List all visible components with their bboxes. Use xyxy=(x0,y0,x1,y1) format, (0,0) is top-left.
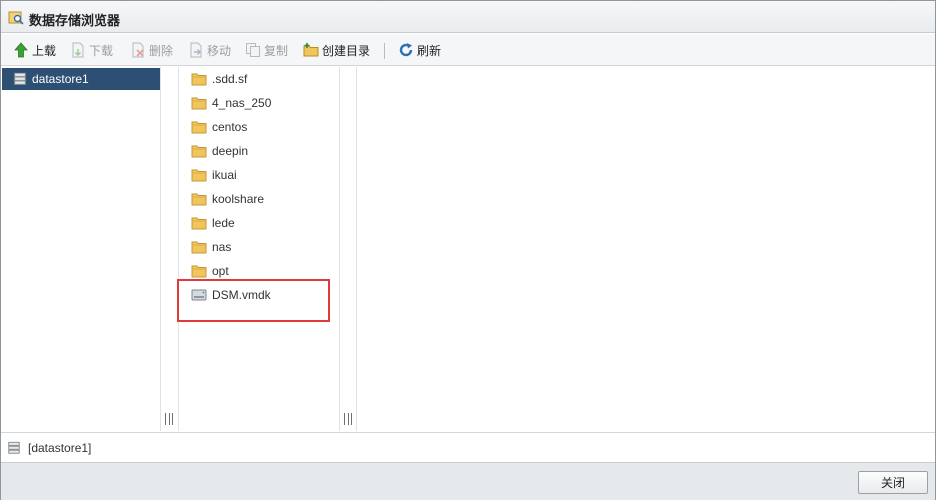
close-button[interactable]: 关闭 xyxy=(858,471,928,494)
datastore-browser-icon xyxy=(8,9,24,25)
tree-item-datastore1[interactable]: datastore1 xyxy=(2,68,160,90)
folder-icon xyxy=(191,192,207,206)
create-folder-button[interactable]: 创建目录 xyxy=(303,34,370,66)
delete-button[interactable]: 删除 xyxy=(130,34,173,66)
file-list[interactable]: .sdd.sf 4_nas_250 centos deepin ikuai ko… xyxy=(178,67,340,431)
title-bar[interactable]: 数据存储浏览器 xyxy=(1,1,935,33)
file-name: lede xyxy=(212,216,235,230)
details-pane xyxy=(356,67,935,431)
list-item[interactable]: ikuai xyxy=(191,165,237,185)
download-label: 下载 xyxy=(89,43,114,58)
list-item[interactable]: centos xyxy=(191,117,247,137)
list-item[interactable]: lede xyxy=(191,213,235,233)
list-item[interactable]: koolshare xyxy=(191,189,264,209)
folder-icon xyxy=(191,96,207,110)
column-splitter-2[interactable] xyxy=(340,67,356,431)
refresh-label: 刷新 xyxy=(417,43,442,58)
current-path: [datastore1] xyxy=(28,440,92,455)
delete-label: 删除 xyxy=(149,43,174,58)
copy-button[interactable]: 复制 xyxy=(245,34,288,66)
file-name: ikuai xyxy=(212,168,237,182)
create-folder-label: 创建目录 xyxy=(322,43,371,58)
folder-icon xyxy=(191,120,207,134)
file-name: DSM.vmdk xyxy=(212,288,271,302)
splitter-grip-icon xyxy=(344,413,352,425)
download-icon xyxy=(70,42,86,58)
datastore-icon xyxy=(7,441,21,455)
file-name: .sdd.sf xyxy=(212,72,248,86)
list-item[interactable]: deepin xyxy=(191,141,248,161)
folder-icon xyxy=(191,144,207,158)
tree-item-label: datastore1 xyxy=(32,72,89,86)
file-name: deepin xyxy=(212,144,249,158)
status-bar: [datastore1] xyxy=(1,432,935,462)
file-name: centos xyxy=(212,120,248,134)
upload-icon xyxy=(13,42,29,58)
upload-button[interactable]: 上载 xyxy=(13,34,56,66)
upload-label: 上载 xyxy=(32,43,57,58)
folder-icon xyxy=(191,168,207,182)
folder-icon xyxy=(191,264,207,278)
move-icon xyxy=(188,42,204,58)
datastore-browser-dialog: 数据存储浏览器 上载 下载 删除 移动 复制 创建目录 刷新 datastore… xyxy=(0,0,936,500)
file-name: koolshare xyxy=(212,192,265,206)
list-item[interactable]: .sdd.sf xyxy=(191,69,247,89)
dialog-footer: 关闭 xyxy=(1,462,935,500)
copy-icon xyxy=(245,42,261,58)
delete-icon xyxy=(130,42,146,58)
virtual-disk-icon xyxy=(191,288,207,302)
file-name: nas xyxy=(212,240,232,254)
datastore-tree[interactable]: datastore1 xyxy=(1,67,161,431)
folder-icon xyxy=(191,216,207,230)
file-name: opt xyxy=(212,264,229,278)
folder-icon xyxy=(191,72,207,86)
file-name: 4_nas_250 xyxy=(212,96,272,110)
new-folder-icon xyxy=(303,42,319,58)
folder-icon xyxy=(191,240,207,254)
toolbar: 上载 下载 删除 移动 复制 创建目录 刷新 xyxy=(1,34,935,66)
splitter-grip-icon xyxy=(165,413,173,425)
copy-label: 复制 xyxy=(264,43,289,58)
datastore-icon xyxy=(13,72,27,86)
refresh-button[interactable]: 刷新 xyxy=(398,34,441,66)
window-title: 数据存储浏览器 xyxy=(29,13,121,28)
list-item[interactable]: nas xyxy=(191,237,231,257)
list-item[interactable]: DSM.vmdk xyxy=(191,285,271,305)
toolbar-separator xyxy=(384,43,385,59)
refresh-icon xyxy=(398,42,414,58)
list-item[interactable]: 4_nas_250 xyxy=(191,93,271,113)
column-splitter-1[interactable] xyxy=(161,67,178,431)
move-label: 移动 xyxy=(207,43,232,58)
list-item[interactable]: opt xyxy=(191,261,229,281)
move-button[interactable]: 移动 xyxy=(188,34,231,66)
download-button[interactable]: 下载 xyxy=(70,34,113,66)
